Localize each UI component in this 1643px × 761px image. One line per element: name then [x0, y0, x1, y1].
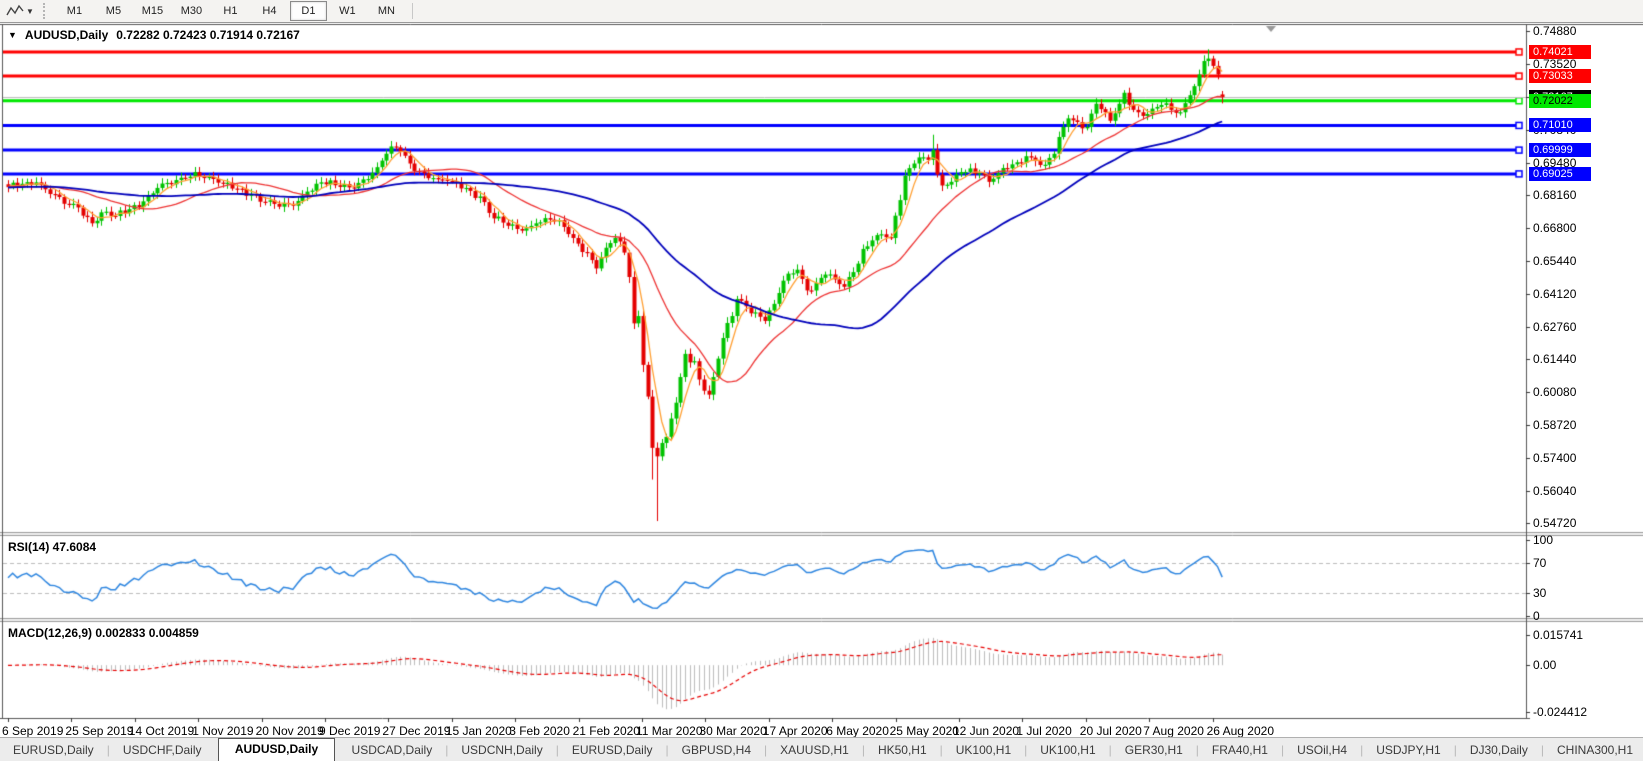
date-axis-label: 9 Dec 2019	[319, 724, 381, 738]
date-axis-label: 30 Mar 2020	[699, 724, 767, 738]
macd-indicator-label: MACD(12,26,9) 0.002833 0.004859	[8, 626, 199, 640]
price-axis-tick-label: 0.54720	[1533, 516, 1577, 530]
chart-tab-china300-h1[interactable]: CHINA300,H1	[1544, 740, 1643, 761]
date-axis-label: 20 Jul 2020	[1079, 724, 1142, 738]
toolbar-separator	[411, 3, 413, 19]
date-axis-label: 21 Feb 2020	[572, 724, 640, 738]
rsi-axis-tick-label: 70	[1533, 555, 1547, 570]
price-axis-tick-label: 0.58720	[1533, 418, 1577, 433]
timeframe-button-mn[interactable]: MN	[368, 1, 405, 21]
date-axis-label: 7 Aug 2020	[1143, 724, 1204, 738]
chart-tab-xauusd-h1[interactable]: XAUUSD,H1	[767, 740, 862, 761]
timeframe-button-h1[interactable]: H1	[212, 1, 249, 21]
chart-title: ▼ AUDUSD,Daily 0.72282 0.72423 0.71914 0…	[8, 28, 300, 42]
line-studies-tool-button[interactable]: ▼	[2, 3, 38, 19]
chart-tab-usdcad-daily[interactable]: USDCAD,Daily	[339, 740, 446, 761]
macd-axis-tick-label: -0.024412	[1533, 705, 1588, 719]
timeframe-button-m15[interactable]: M15	[134, 1, 171, 21]
level-price-chip: 0.71010	[1529, 118, 1591, 133]
level-price-chip: 0.73033	[1529, 69, 1591, 84]
price-axis-tick-label: 0.62760	[1533, 319, 1577, 334]
chart-tab-bar: EURUSD,Daily | USDCHF,Daily AUDUSD,Daily U…	[0, 737, 1643, 761]
date-axis-label: 27 Dec 2019	[382, 724, 451, 738]
chevron-down-icon[interactable]: ▼	[26, 7, 34, 16]
chart-tab-uk100-h1[interactable]: UK100,H1	[943, 740, 1024, 761]
chart-tab-usdcnh-daily[interactable]: USDCNH,Daily	[448, 740, 555, 761]
date-axis-label: 1 Jul 2020	[1016, 724, 1072, 738]
timeframe-button-h4[interactable]: H4	[251, 1, 288, 21]
macd-axis-tick-label: 0.015741	[1533, 628, 1584, 642]
rsi-axis-tick-label: 0	[1533, 609, 1540, 623]
timeframe-buttons: M1 M5 M15 M30 H1 H4 D1 W1 MN	[55, 1, 406, 21]
date-axis-label: 25 May 2020	[889, 724, 959, 738]
chart-tab-fra40-h1[interactable]: FRA40,H1	[1199, 740, 1281, 761]
timeframe-button-d1[interactable]: D1	[289, 1, 327, 21]
level-price-chip: 0.74021	[1529, 44, 1591, 59]
price-axis-tick-label: 0.74880	[1533, 24, 1577, 38]
chart-tab-usoil-h4[interactable]: USOil,H4	[1284, 740, 1360, 761]
symbol-dropdown-icon[interactable]: ▼	[8, 30, 17, 40]
price-axis-tick-label: 0.60080	[1533, 385, 1577, 400]
date-axis-label: 12 Jun 2020	[953, 724, 1020, 738]
rsi-axis-tick-label: 30	[1533, 586, 1547, 601]
price-axis-tick-label: 0.66800	[1533, 221, 1577, 236]
date-axis-label: 3 Feb 2020	[509, 724, 570, 738]
date-axis-label: 1 Nov 2019	[192, 724, 254, 738]
timeframe-toolbar: ▼ M1 M5 M15 M30 H1 H4 D1 W1 MN	[0, 0, 1643, 23]
timeframe-button-m30[interactable]: M30	[173, 1, 210, 21]
timeframe-button-m1[interactable]: M1	[56, 1, 93, 21]
macd-axis-tick-label: 0.00	[1533, 658, 1557, 673]
date-axis-label: 20 Nov 2019	[255, 724, 324, 738]
toolbar-grip[interactable]	[42, 3, 50, 19]
date-axis-label: 6 May 2020	[826, 724, 889, 738]
level-price-chip: 0.69999	[1529, 143, 1591, 158]
date-axis-label: 11 Mar 2020	[636, 724, 703, 738]
price-axis-tick-label: 0.61440	[1533, 352, 1577, 366]
chart-tab-eurusd-daily[interactable]: EURUSD,Daily	[0, 740, 107, 761]
price-axis-tick-label: 0.65440	[1533, 254, 1577, 269]
chart-symbol-period: AUDUSD,Daily	[24, 28, 109, 42]
chart-tab-gbpusd-h4[interactable]: GBPUSD,H4	[669, 740, 764, 761]
rsi-indicator-label: RSI(14) 47.6084	[8, 540, 97, 554]
date-axis-label: 6 Sep 2019	[2, 724, 64, 738]
price-axis-tick-label: 0.56040	[1533, 483, 1577, 498]
chart-stage: ▼ AUDUSD,Daily 0.72282 0.72423 0.71914 0…	[0, 22, 1643, 738]
chart-tab-usdjpy-h1[interactable]: USDJPY,H1	[1363, 740, 1453, 761]
chart-ohlc-values: 0.72282 0.72423 0.71914 0.72167	[116, 28, 300, 42]
date-axis-label: 17 Apr 2020	[762, 724, 828, 738]
price-axis-tick-label: 0.64120	[1533, 286, 1577, 301]
chart-tab-eurusd-daily[interactable]: EURUSD,Daily	[559, 740, 666, 761]
price-axis-tick-label: 0.57400	[1533, 450, 1577, 465]
timeframe-button-m5[interactable]: M5	[95, 1, 132, 21]
zigzag-line-icon	[6, 4, 24, 16]
chart-tab-dj30-daily[interactable]: DJ30,Daily	[1457, 740, 1541, 761]
date-axis-label: 26 Aug 2020	[1206, 724, 1274, 738]
rsi-axis-tick-label: 100	[1533, 533, 1554, 547]
level-price-chip: 0.69025	[1529, 166, 1591, 181]
chart-tab-uk100-h1[interactable]: UK100,H1	[1027, 740, 1108, 761]
date-axis-label: 14 Oct 2019	[128, 724, 195, 738]
date-axis-label: 25 Sep 2019	[65, 724, 134, 738]
date-axis-label: 15 Jan 2020	[445, 724, 512, 738]
mt4-window: ▼ M1 M5 M15 M30 H1 H4 D1 W1 MN ▼ AUDUSD,Daily 0.…	[0, 0, 1643, 761]
chart-canvas[interactable]	[0, 22, 1643, 738]
chart-tab-usdchf-daily[interactable]: USDCHF,Daily	[110, 740, 215, 761]
chart-tab-hk50-h1[interactable]: HK50,H1	[865, 740, 940, 761]
chart-tab-audusd-daily[interactable]: AUDUSD,Daily	[217, 738, 336, 761]
timeframe-button-w1[interactable]: W1	[329, 1, 366, 21]
tabs-holder: EURUSD,Daily | USDCHF,Daily AUDUSD,Daily U…	[0, 738, 1643, 761]
price-axis-tick-label: 0.68160	[1533, 188, 1577, 202]
chart-tab-ger30-h1[interactable]: GER30,H1	[1112, 740, 1196, 761]
level-price-chip: 0.72022	[1529, 93, 1591, 108]
